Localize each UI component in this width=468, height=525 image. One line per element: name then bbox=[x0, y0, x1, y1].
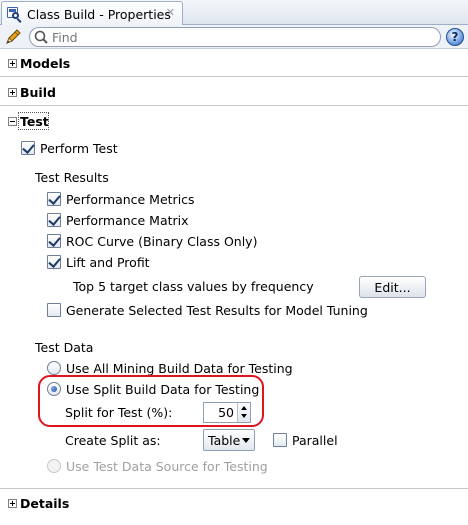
section-models-label: Models bbox=[20, 55, 71, 71]
roc-curve-label: ROC Curve (Binary Class Only) bbox=[66, 234, 258, 249]
section-details[interactable]: Details bbox=[0, 493, 468, 513]
expand-icon[interactable] bbox=[8, 498, 17, 508]
properties-icon bbox=[6, 6, 22, 23]
tab-class-build-properties[interactable]: Class Build - Properties ✕ bbox=[1, 1, 183, 26]
create-split-label: Create Split as: bbox=[65, 433, 161, 448]
tab-strip: Class Build - Properties ✕ bbox=[0, 0, 468, 26]
section-test[interactable]: Test bbox=[0, 111, 468, 131]
section-build-label: Build bbox=[20, 84, 56, 100]
close-icon[interactable]: ✕ bbox=[166, 6, 175, 19]
perform-test-checkbox[interactable] bbox=[21, 141, 35, 155]
top-target-label: Top 5 target class values by frequency bbox=[73, 279, 314, 294]
help-icon[interactable]: ? bbox=[446, 28, 464, 46]
create-split-select[interactable]: Table bbox=[203, 429, 255, 451]
divider bbox=[0, 105, 468, 106]
split-percent-value[interactable]: 50 bbox=[218, 405, 234, 420]
search-input[interactable] bbox=[52, 29, 412, 45]
lift-profit-checkbox[interactable] bbox=[47, 255, 61, 269]
use-split-label: Use Split Build Data for Testing bbox=[66, 382, 260, 397]
expand-icon[interactable] bbox=[8, 87, 17, 97]
parallel-label: Parallel bbox=[292, 433, 338, 448]
collapse-icon[interactable] bbox=[8, 116, 17, 126]
test-data-heading: Test Data bbox=[35, 340, 94, 355]
search-icon bbox=[30, 28, 52, 46]
chevron-down-icon bbox=[242, 438, 250, 443]
performance-metrics-checkbox[interactable] bbox=[47, 192, 61, 206]
section-models[interactable]: Models bbox=[0, 53, 468, 73]
parallel-checkbox[interactable] bbox=[273, 433, 287, 447]
performance-metrics-label: Performance Metrics bbox=[66, 192, 195, 207]
use-all-label: Use All Mining Build Data for Testing bbox=[66, 361, 293, 376]
split-for-test-label: Split for Test (%): bbox=[65, 405, 173, 420]
generate-selected-checkbox[interactable] bbox=[47, 303, 61, 317]
tab-title: Class Build - Properties bbox=[27, 6, 171, 22]
edit-button[interactable]: Edit... bbox=[359, 276, 426, 298]
section-build[interactable]: Build bbox=[0, 82, 468, 102]
use-split-radio[interactable] bbox=[47, 382, 61, 396]
divider bbox=[0, 76, 468, 77]
pencil-icon[interactable] bbox=[4, 28, 22, 46]
test-results-heading: Test Results bbox=[35, 170, 109, 185]
expand-icon[interactable] bbox=[8, 58, 17, 68]
use-all-radio[interactable] bbox=[47, 361, 61, 375]
spinner-up-icon[interactable] bbox=[241, 406, 247, 410]
generate-selected-label: Generate Selected Test Results for Model… bbox=[66, 303, 368, 318]
lift-profit-label: Lift and Profit bbox=[66, 255, 150, 270]
performance-matrix-checkbox[interactable] bbox=[47, 213, 61, 227]
spinner-arrows[interactable] bbox=[237, 403, 250, 422]
use-source-radio[interactable] bbox=[47, 459, 61, 473]
divider bbox=[0, 488, 468, 489]
spinner-down-icon[interactable] bbox=[241, 414, 247, 418]
perform-test-label: Perform Test bbox=[40, 141, 118, 156]
roc-curve-checkbox[interactable] bbox=[47, 234, 61, 248]
performance-matrix-label: Performance Matrix bbox=[66, 213, 189, 228]
section-details-label: Details bbox=[20, 495, 70, 511]
search-field[interactable] bbox=[29, 27, 441, 47]
create-split-value: Table bbox=[208, 433, 241, 448]
focus-indicator bbox=[18, 112, 49, 130]
use-source-label: Use Test Data Source for Testing bbox=[66, 459, 268, 474]
split-percent-spinner[interactable]: 50 bbox=[203, 402, 251, 423]
toolbar: ? bbox=[0, 25, 468, 49]
